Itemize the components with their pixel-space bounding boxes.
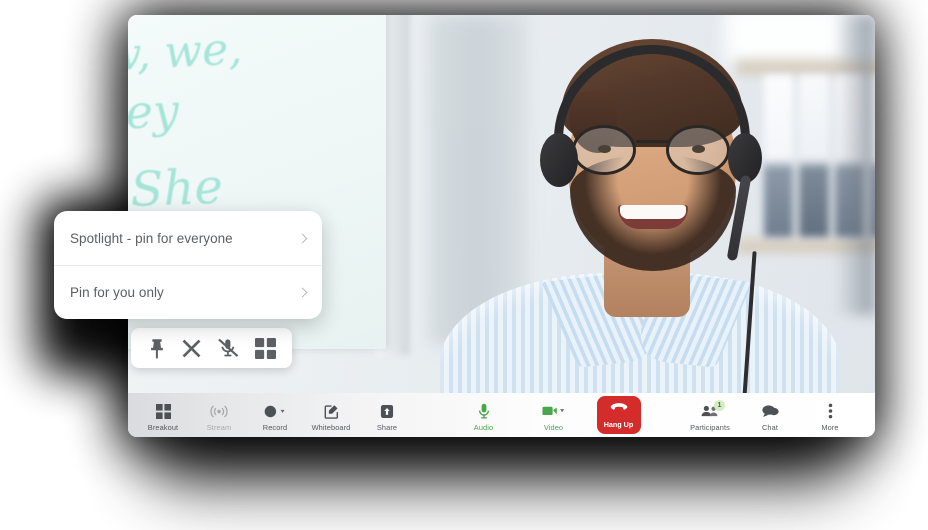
toolbar-label-share: Share (376, 422, 398, 432)
pin-context-menu: Spotlight - pin for everyone Pin for you… (54, 211, 322, 319)
toolbar-button-stream[interactable]: Stream (192, 399, 246, 432)
meeting-toolbar: Breakout Stream Record Whiteboard Share … (128, 393, 875, 437)
toolbar-center-group: Audio Video Hang Up (414, 396, 683, 434)
menu-item-pin-for-you[interactable]: Pin for you only (54, 265, 322, 319)
grid-icon[interactable] (255, 337, 277, 359)
chevron-right-icon (297, 233, 308, 243)
mouth (618, 205, 688, 229)
toolbar-button-breakout[interactable]: Breakout (136, 399, 190, 432)
screenshot-root: w, we, hey , She (0, 0, 928, 530)
menu-label-pin-for-you: Pin for you only (70, 285, 164, 300)
microphone-icon (478, 403, 490, 420)
toolbar-button-audio[interactable]: Audio (457, 399, 511, 432)
whiteboard-pencil-icon (324, 403, 339, 420)
participant-action-pill (131, 328, 292, 368)
phone-hangup-icon (610, 401, 628, 419)
broadcast-icon (210, 403, 228, 420)
menu-item-spotlight[interactable]: Spotlight - pin for everyone (54, 211, 322, 265)
toolbar-button-chat[interactable]: Chat (743, 399, 797, 432)
toolbar-button-whiteboard[interactable]: Whiteboard (304, 399, 358, 432)
headset-band (554, 45, 750, 163)
toolbar-label-video: Video (543, 422, 564, 432)
hangup-label: Hang Up (603, 420, 634, 429)
headset-earcup-left (540, 133, 578, 187)
toolbar-left-group: Breakout Stream Record Whiteboard Share (128, 399, 414, 432)
participant-video-person (428, 15, 848, 437)
toolbar-label-stream: Stream (206, 422, 232, 432)
toolbar-label-more: More (821, 422, 839, 432)
whiteboard-line-2: hey (128, 83, 180, 141)
toolbar-button-record[interactable]: Record (248, 399, 302, 432)
camera-icon (541, 403, 566, 420)
share-upload-icon (380, 403, 394, 420)
hangup-button[interactable]: Hang Up (596, 396, 641, 434)
grid-icon (155, 403, 171, 420)
toolbar-button-participants[interactable]: 1 Participants (683, 399, 737, 432)
mic-muted-icon[interactable] (217, 338, 240, 359)
toolbar-label-audio: Audio (473, 422, 494, 432)
more-vertical-icon (828, 403, 833, 420)
toolbar-label-chat: Chat (761, 422, 778, 432)
toolbar-button-more[interactable]: More (803, 399, 857, 432)
toolbar-right-group: 1 Participants Chat More (683, 399, 875, 432)
toolbar-button-share[interactable]: Share (360, 399, 414, 432)
toolbar-label-record: Record (262, 422, 288, 432)
chevron-right-icon (297, 287, 308, 298)
toolbar-button-video[interactable]: Video (527, 399, 581, 432)
menu-label-spotlight: Spotlight - pin for everyone (70, 230, 233, 246)
chat-bubble-icon (761, 403, 779, 420)
toolbar-label-whiteboard: Whiteboard (311, 422, 351, 432)
whiteboard-line-1: w, we, (128, 23, 244, 82)
toolbar-label-breakout: Breakout (147, 422, 179, 432)
close-icon[interactable] (182, 339, 201, 358)
record-circle-icon (263, 403, 287, 420)
pin-icon[interactable] (147, 338, 167, 359)
toolbar-label-participants: Participants (690, 422, 730, 432)
participants-count-badge: 1 (714, 399, 725, 411)
